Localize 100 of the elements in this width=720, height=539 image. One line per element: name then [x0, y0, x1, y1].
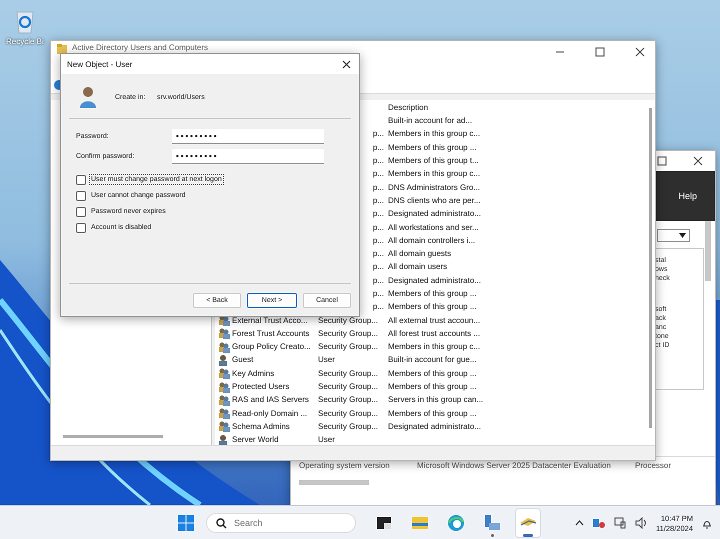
table-cell: All workstations and ser... — [388, 222, 479, 232]
property-label: Processor — [635, 461, 672, 470]
table-cell: Members of this group ... — [388, 302, 476, 312]
table-cell: User — [318, 435, 335, 444]
menu-item[interactable]: Help — [678, 191, 697, 201]
table-cell: Security Group... — [318, 368, 378, 378]
close-icon[interactable] — [635, 47, 645, 57]
table-cell: p... — [372, 289, 384, 298]
network-icon[interactable] — [614, 517, 626, 529]
group-icon — [218, 380, 230, 393]
password-field[interactable]: ••••••••• — [172, 129, 324, 144]
table-cell: Designated administrato... — [388, 422, 481, 431]
close-icon[interactable] — [693, 156, 703, 166]
speaker-icon[interactable] — [635, 517, 648, 529]
table-cell[interactable]: Key Admins — [232, 368, 274, 378]
table-cell[interactable]: RAS and IAS Servers — [232, 395, 309, 404]
group-icon — [218, 340, 230, 353]
table-cell: All domain controllers i... — [388, 236, 476, 245]
table-cell: All forest trust accounts ... — [388, 328, 480, 338]
checkbox[interactable] — [76, 190, 86, 200]
table-cell[interactable]: Guest — [232, 355, 254, 364]
table-cell: Designated administrato... — [388, 209, 481, 218]
table-cell: Members of this group ... — [388, 289, 476, 298]
table-cell[interactable]: Forest Trust Accounts — [232, 328, 310, 338]
close-icon[interactable] — [342, 60, 351, 68]
start-icon[interactable] — [178, 515, 194, 531]
folder-icon[interactable] — [411, 514, 429, 532]
table-cell: p... — [372, 169, 384, 178]
table-cell: All domain users — [388, 262, 448, 272]
scrollbar[interactable] — [63, 435, 163, 438]
property-label: Operating system version — [299, 461, 391, 470]
table-cell: p... — [372, 302, 384, 312]
chevron-up-icon[interactable] — [575, 520, 584, 526]
group-icon — [218, 394, 230, 406]
table-cell[interactable]: Server World — [232, 435, 279, 444]
password-field[interactable]: ••••••••• — [172, 149, 324, 164]
window-title: Active Directory Users and Computers — [72, 43, 208, 52]
dialog-title: New Object - User — [67, 60, 132, 68]
scrollbar[interactable] — [649, 108, 652, 428]
scrollbar[interactable] — [705, 221, 711, 281]
maximize-icon[interactable] — [657, 156, 667, 166]
column-header[interactable]: Description — [388, 102, 548, 112]
table-cell: p... — [372, 276, 384, 285]
caret-icon — [679, 233, 686, 238]
table-cell: p... — [372, 209, 384, 218]
table-cell: DNS Administrators Gro... — [388, 182, 480, 192]
table-cell: p... — [372, 196, 384, 205]
folder-tree-icon — [56, 43, 68, 55]
group-icon — [218, 407, 230, 420]
search-icon — [216, 518, 227, 529]
table-cell: Built-in account for gue... — [388, 355, 476, 364]
scrollbar[interactable] — [299, 480, 369, 485]
user-icon — [79, 86, 97, 108]
table-cell: DNS clients who are per... — [388, 196, 480, 205]
table-cell: All domain guests — [388, 249, 452, 258]
table-cell: p... — [372, 156, 384, 166]
table-cell: Built-in account for ad... — [388, 116, 472, 126]
table-cell: Security Group... — [318, 316, 378, 325]
server-icon[interactable] — [483, 514, 501, 532]
table-cell: Security Group... — [318, 328, 378, 338]
table-cell[interactable]: External Trust Acco... — [232, 316, 308, 325]
maximize-icon[interactable] — [595, 47, 605, 57]
app-status-icon[interactable] — [593, 517, 606, 529]
table-cell: Members of this group t... — [388, 156, 479, 166]
table-cell[interactable]: Schema Admins — [232, 422, 290, 431]
table-cell: p... — [372, 262, 384, 272]
dropdown[interactable] — [657, 229, 690, 242]
table-cell[interactable]: Read-only Domain ... — [232, 408, 308, 418]
group-icon — [218, 367, 230, 380]
recycle-bin-icon[interactable] — [14, 10, 36, 34]
terminal-icon[interactable] — [375, 514, 393, 532]
table-cell: Members in this group c... — [388, 129, 480, 138]
table-cell: p... — [372, 222, 384, 232]
search-field[interactable]: Search — [206, 513, 356, 533]
table-cell: Security Group... — [318, 408, 378, 418]
group-icon — [218, 420, 230, 432]
app-indicator — [523, 534, 533, 537]
table-cell: p... — [372, 249, 384, 258]
table-cell: Designated administrato... — [388, 276, 481, 285]
checkbox[interactable] — [76, 206, 86, 216]
table-cell: Members in this group c... — [388, 342, 480, 352]
table-cell[interactable]: Protected Users — [232, 382, 290, 392]
table-cell: Security Group... — [318, 395, 378, 404]
table-cell[interactable]: Group Policy Creato... — [232, 342, 311, 352]
group-icon — [218, 327, 230, 340]
browser-icon[interactable] — [447, 514, 465, 532]
table-cell: All external trust accoun... — [388, 316, 480, 325]
app-indicator — [490, 534, 494, 537]
user-icon — [218, 354, 230, 366]
property-value: Microsoft Windows Server 2025 Datacenter Evaluation — [417, 461, 612, 470]
table-cell: Security Group... — [318, 422, 378, 431]
table-cell: p... — [372, 129, 384, 138]
table-cell: Security Group... — [318, 382, 378, 392]
checkbox[interactable] — [76, 174, 86, 184]
table-cell: Security Group... — [318, 342, 378, 352]
table-cell: Members of this group ... — [388, 142, 476, 152]
checkbox[interactable] — [76, 222, 86, 232]
table-cell: p... — [372, 182, 384, 192]
table-cell: Members of this group ... — [388, 408, 476, 418]
user-icon — [218, 434, 230, 445]
